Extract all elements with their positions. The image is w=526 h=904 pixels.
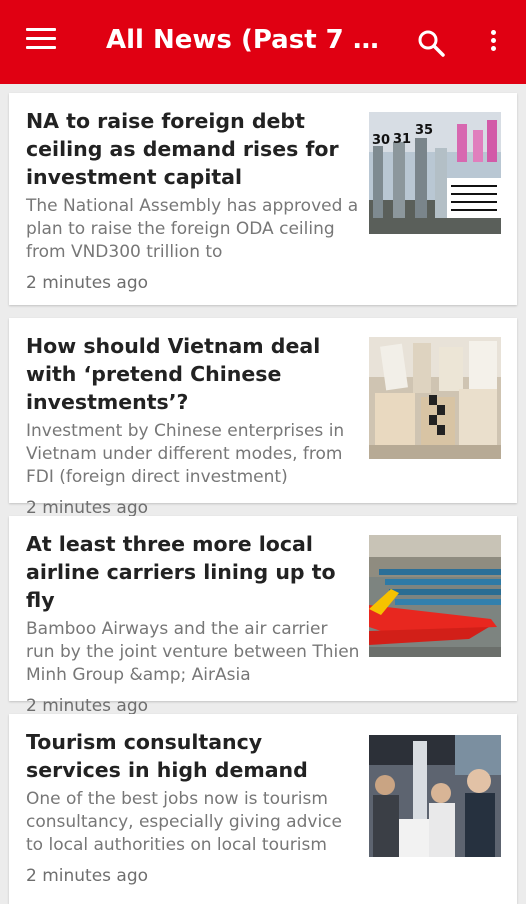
news-card[interactable]: Tourism consultancy services in high dem… (9, 714, 517, 904)
news-summary: The National Assembly has approved a pla… (26, 196, 359, 262)
news-card[interactable]: NA to raise foreign debt ceiling as dema… (9, 93, 517, 305)
news-summary: One of the best jobs now is tourism cons… (26, 789, 342, 855)
news-card-text: Tourism consultancy services in high dem… (26, 728, 361, 886)
hamburger-menu-icon[interactable] (26, 28, 56, 54)
news-title: NA to raise foreign debt ceiling as dema… (26, 109, 339, 189)
news-card-text: How should Vietnam deal with ‘pretend Ch… (26, 332, 361, 518)
thumb-label: 35 (415, 123, 433, 138)
news-card[interactable]: How should Vietnam deal with ‘pretend Ch… (9, 318, 517, 518)
thumb-label: 31 (393, 132, 411, 147)
news-thumbnail[interactable] (369, 735, 501, 857)
news-timestamp: 2 minutes ago (26, 273, 149, 293)
news-timestamp: 2 minutes ago (26, 498, 149, 518)
news-thumbnail[interactable] (369, 535, 501, 657)
news-thumbnail[interactable] (369, 337, 501, 459)
news-title: Tourism consultancy services in high dem… (26, 730, 308, 782)
app-title: All News (Past 7 Da… (106, 25, 392, 55)
more-vert-icon[interactable] (486, 30, 500, 54)
news-summary: Bamboo Airways and the air carrier run b… (26, 619, 360, 685)
news-summary: Investment by Chinese enterprises in Vie… (26, 421, 345, 487)
app-bar: All News (Past 7 Da… (0, 0, 526, 84)
search-icon[interactable] (416, 28, 446, 58)
thumb-label: 30 (372, 133, 390, 148)
news-title: At least three more local airline carrie… (26, 532, 336, 612)
news-title: How should Vietnam deal with ‘pretend Ch… (26, 334, 321, 414)
news-thumbnail[interactable]: 30 31 35 (369, 112, 501, 234)
news-card[interactable]: At least three more local airline carrie… (9, 516, 517, 716)
news-card-text: NA to raise foreign debt ceiling as dema… (26, 107, 361, 293)
news-timestamp: 2 minutes ago (26, 866, 149, 886)
news-card-text: At least three more local airline carrie… (26, 530, 361, 716)
news-timestamp: 2 minutes ago (26, 696, 149, 716)
